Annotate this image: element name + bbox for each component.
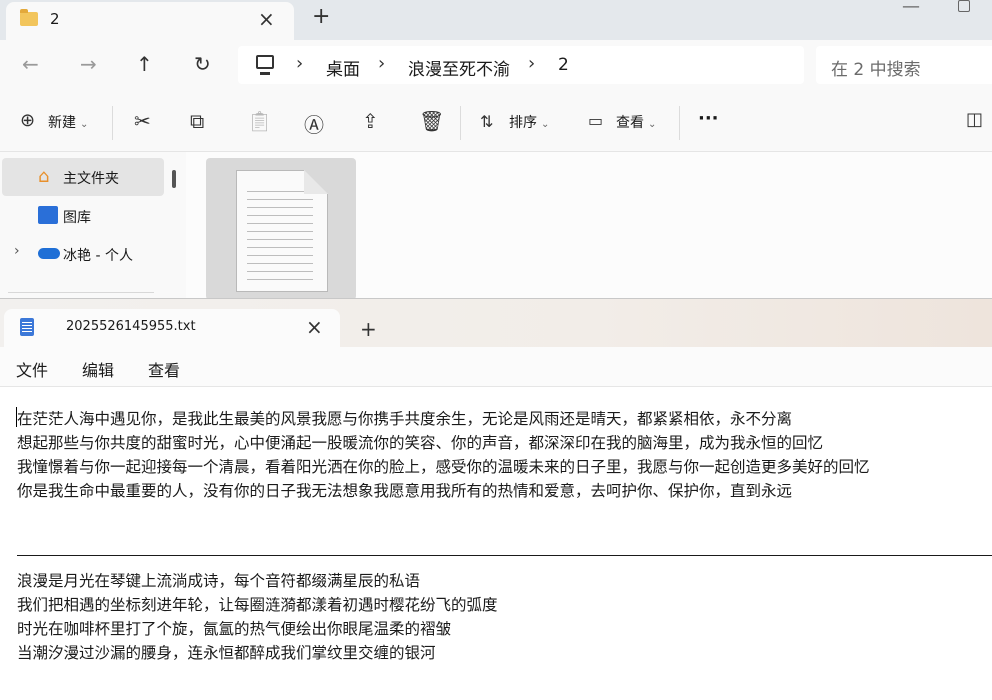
notepad-tab-bar: 2025526145955.txt × + <box>0 299 992 347</box>
file-explorer-window: 2 × + — ← → ↑ ↻ › 桌面 › 浪漫至死不渝 › 2 在 2 中搜… <box>0 0 992 300</box>
search-placeholder: 在 2 中搜索 <box>831 60 921 80</box>
notepad-window: 2025526145955.txt × + 文件 编辑 查看 在茫茫人海中遇见你… <box>0 298 992 700</box>
up-arrow-icon[interactable]: ↑ <box>136 52 153 76</box>
computer-icon[interactable] <box>256 55 274 75</box>
notepad-tab-close-button[interactable]: × <box>306 315 323 339</box>
notepad-new-tab-button[interactable]: + <box>360 317 377 341</box>
address-bar[interactable]: › 桌面 › 浪漫至死不渝 › 2 <box>238 46 804 84</box>
copy-icon[interactable]: ⧉ <box>190 109 204 133</box>
breadcrumb-separator[interactable]: › <box>378 53 385 74</box>
forward-arrow-icon[interactable]: → <box>80 52 97 76</box>
sidebar-item-home[interactable]: ⌂ 主文件夹 <box>2 158 164 196</box>
explorer-new-tab-button[interactable]: + <box>312 4 330 29</box>
explorer-tab-close-button[interactable]: × <box>258 7 275 31</box>
view-icon[interactable]: ▭ <box>588 111 603 130</box>
sidebar-item-onedrive[interactable]: 冰艳 - 个人 <box>63 245 133 265</box>
gallery-icon <box>38 206 58 224</box>
explorer-navigation-pane: ⌂ 主文件夹 图库 › 冰艳 - 个人 <box>0 152 186 300</box>
text-file-icon <box>236 170 328 292</box>
text-line: 时光在咖啡杯里打了个旋，氤氲的热气便绘出你眼尾温柔的褶皱 <box>17 620 452 638</box>
cut-icon[interactable]: ✂ <box>134 109 151 133</box>
text-line: 我憧憬着与你一起迎接每一个清晨，看着阳光洒在你的脸上，感受你的温暖未来的日子里，… <box>17 458 870 476</box>
toolbar-divider <box>112 106 113 140</box>
details-pane-icon[interactable]: ◫ <box>966 109 983 130</box>
text-line: 在茫茫人海中遇见你，是我此生最美的风景我愿与你携手共度余生，无论是风雨还是晴天，… <box>17 410 793 428</box>
toolbar-divider <box>679 106 680 140</box>
sort-button[interactable]: 排序 ⌄ <box>509 112 549 132</box>
sidebar-item-label: 主文件夹 <box>63 171 119 187</box>
rename-icon[interactable]: Ⓐ <box>304 109 324 138</box>
explorer-tab-title: 2 <box>50 10 60 28</box>
chevron-right-icon[interactable]: › <box>14 243 20 259</box>
menu-edit[interactable]: 编辑 <box>82 357 114 381</box>
new-button[interactable]: 新建 ⌄ <box>48 112 88 132</box>
menu-view[interactable]: 查看 <box>148 357 180 381</box>
text-line: 我们把相遇的坐标刻进年轮，让每圈涟漪都漾着初遇时樱花纷飞的弧度 <box>17 596 498 614</box>
paste-icon[interactable]: 📋︎ <box>247 109 272 133</box>
notepad-icon <box>20 318 34 336</box>
notepad-tab-title: 2025526145955.txt <box>66 319 196 334</box>
window-minimize-button[interactable]: — <box>902 0 920 17</box>
breadcrumb-folder[interactable]: 浪漫至死不渝 <box>408 55 510 80</box>
breadcrumb-separator[interactable]: › <box>296 53 303 74</box>
share-icon[interactable]: ⇪ <box>362 109 379 133</box>
delete-icon[interactable]: 🗑︎ <box>419 109 444 133</box>
text-line: 当潮汐漫过沙漏的腰身，连永恒都醉成我们掌纹里交缠的银河 <box>17 644 436 662</box>
new-plus-icon[interactable]: ⊕ <box>20 110 35 131</box>
explorer-file-area <box>186 152 992 300</box>
explorer-command-bar: ⊕ 新建 ⌄ ✂ ⧉ 📋︎ Ⓐ ⇪ 🗑︎ ⇅ 排序 ⌄ ▭ 查看 ⌄ ··· ◫ <box>0 92 992 152</box>
sidebar-item-gallery[interactable]: 图库 <box>63 207 91 227</box>
text-divider-line <box>17 555 992 556</box>
home-icon: ⌂ <box>38 166 50 187</box>
window-maximize-button[interactable] <box>958 0 970 12</box>
text-line: 想起那些与你共度的甜蜜时光，心中便涌起一股暖流你的笑容、你的声音，都深深印在我的… <box>17 434 824 452</box>
sidebar-divider <box>8 292 154 293</box>
breadcrumb-desktop[interactable]: 桌面 <box>326 55 360 80</box>
explorer-tab-bar: 2 × + — <box>0 0 992 40</box>
folder-icon <box>20 9 38 26</box>
breadcrumb-separator[interactable]: › <box>528 53 535 74</box>
more-options-button[interactable]: ··· <box>698 108 719 129</box>
refresh-icon[interactable]: ↻ <box>194 52 211 76</box>
sidebar-scrollbar[interactable] <box>172 170 176 188</box>
sort-icon[interactable]: ⇅ <box>480 112 493 131</box>
text-line: 你是我生命中最重要的人，没有你的日子我无法想象我愿意用我所有的热情和爱意，去呵护… <box>17 482 793 500</box>
menu-file[interactable]: 文件 <box>16 357 48 381</box>
notepad-text-editor[interactable]: 在茫茫人海中遇见你，是我此生最美的风景我愿与你携手共度余生，无论是风雨还是晴天，… <box>0 387 992 700</box>
explorer-tab[interactable]: 2 × <box>6 2 294 40</box>
breadcrumb-current[interactable]: 2 <box>558 55 569 75</box>
file-item[interactable] <box>206 158 356 300</box>
notepad-menu-bar: 文件 编辑 查看 <box>0 347 992 387</box>
view-button[interactable]: 查看 ⌄ <box>616 112 656 132</box>
explorer-address-row: ← → ↑ ↻ › 桌面 › 浪漫至死不渝 › 2 在 2 中搜索 <box>0 40 992 92</box>
back-arrow-icon[interactable]: ← <box>22 52 39 76</box>
search-input[interactable]: 在 2 中搜索 <box>816 46 992 84</box>
text-line: 浪漫是月光在琴键上流淌成诗，每个音符都缀满星辰的私语 <box>17 572 421 590</box>
cloud-icon <box>38 248 60 259</box>
notepad-tab[interactable]: 2025526145955.txt × <box>4 309 340 347</box>
toolbar-divider <box>460 106 461 140</box>
